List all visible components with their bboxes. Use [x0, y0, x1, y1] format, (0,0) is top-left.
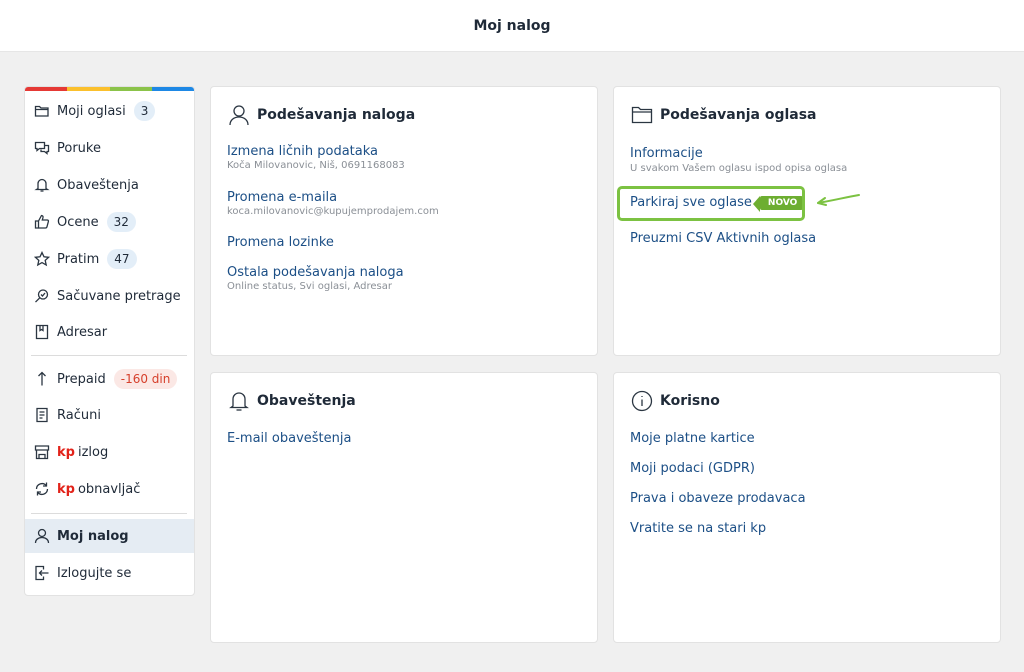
stripe-blue	[151, 87, 194, 91]
sidebar-item-label: Obaveštenja	[57, 177, 139, 193]
saved-search-icon	[34, 288, 50, 304]
top-bar: Moj nalog	[0, 0, 1024, 52]
address-book-icon	[34, 324, 50, 340]
other-settings-summary: Online status, Svi oglasi, Adresar	[227, 281, 392, 292]
sidebar-item-moj-nalog[interactable]: Moj nalog	[25, 519, 194, 553]
arrow-up-icon	[34, 371, 50, 387]
sidebar-item-label: Adresar	[57, 324, 108, 340]
sidebar-item-label: Moj nalog	[57, 528, 129, 544]
sidebar-item-moji-oglasi[interactable]: Moji oglasi 3	[25, 94, 194, 128]
sidebar-item-poruke[interactable]: Poruke	[25, 131, 194, 165]
bell-icon	[227, 389, 251, 413]
card-title-text: Podešavanja oglasa	[660, 107, 817, 123]
stripe-red	[25, 87, 68, 91]
chat-icon	[34, 140, 50, 156]
gdpr-data-link[interactable]: Moji podaci (GDPR)	[630, 461, 755, 476]
seller-rights-link[interactable]: Prava i obaveze prodavaca	[630, 491, 806, 506]
sidebar: Moji oglasi 3 Poruke Obaveštenja Ocene 3…	[24, 86, 195, 596]
sidebar-item-prepaid[interactable]: Prepaid -160 din	[25, 362, 194, 396]
payment-cards-link[interactable]: Moje platne kartice	[630, 431, 755, 446]
personal-data-summary: Koča Milovanovic, Niš, 0691168083	[227, 160, 405, 171]
page-title: Moj nalog	[473, 17, 551, 34]
brand-color-stripe	[25, 87, 194, 91]
download-csv-link[interactable]: Preuzmi CSV Aktivnih oglasa	[630, 231, 816, 246]
receipt-icon	[34, 407, 50, 423]
card-title: Podešavanja naloga	[227, 103, 415, 127]
info-icon	[630, 389, 654, 413]
sidebar-divider	[31, 355, 187, 356]
user-icon	[227, 103, 251, 127]
sidebar-item-kp-izlog[interactable]: kp izlog	[25, 435, 194, 469]
change-email-link[interactable]: Promena e-maila	[227, 190, 337, 205]
sidebar-item-label: Računi	[57, 407, 101, 423]
kp-logo: kp	[57, 481, 75, 497]
thumbs-up-icon	[34, 214, 50, 230]
sidebar-item-racuni[interactable]: Računi	[25, 398, 194, 432]
sidebar-item-label: Pratim	[57, 251, 100, 267]
stripe-yellow	[67, 87, 110, 91]
sidebar-item-sacuvane-pretrage[interactable]: Sačuvane pretrage	[25, 279, 194, 313]
sidebar-item-obavestenja[interactable]: Obaveštenja	[25, 168, 194, 202]
card-title-text: Obaveštenja	[257, 393, 356, 409]
email-notifications-link[interactable]: E-mail obaveštenja	[227, 431, 351, 446]
ad-info-description: U svakom Vašem oglasu ispod opisa oglasa	[630, 163, 848, 174]
notifications-card: Obaveštenja E-mail obaveštenja	[210, 372, 598, 643]
sidebar-item-pratim[interactable]: Pratim 47	[25, 242, 194, 276]
ad-settings-card: Podešavanja oglasa Informacije U svakom …	[613, 86, 1001, 356]
folder-icon	[34, 103, 50, 119]
pointer-arrow-icon	[817, 194, 860, 206]
logout-icon	[34, 565, 50, 581]
card-title: Obaveštenja	[227, 389, 356, 413]
sidebar-item-label: Ocene	[57, 214, 99, 230]
sidebar-item-label: obnavljač	[77, 481, 141, 497]
card-title-text: Podešavanja naloga	[257, 107, 416, 123]
sidebar-item-label: Izlogujte se	[57, 565, 132, 581]
sidebar-item-label: Prepaid	[57, 371, 106, 387]
sidebar-item-izlogujte-se[interactable]: Izlogujte se	[25, 556, 194, 590]
count-badge: 47	[107, 249, 137, 269]
star-icon	[34, 251, 50, 267]
new-feature-highlight	[617, 186, 805, 221]
sidebar-item-label: Poruke	[57, 140, 101, 156]
stripe-green	[109, 87, 152, 91]
card-title: Podešavanja oglasa	[630, 103, 817, 127]
account-settings-card: Podešavanja naloga Izmena ličnih podatak…	[210, 86, 598, 356]
useful-links-card: Korisno Moje platne kartice Moji podaci …	[613, 372, 1001, 643]
change-password-link[interactable]: Promena lozinke	[227, 235, 334, 250]
folder-icon	[630, 103, 654, 127]
sidebar-item-label: Moji oglasi	[57, 103, 126, 119]
sidebar-item-adresar[interactable]: Adresar	[25, 315, 194, 349]
edit-personal-data-link[interactable]: Izmena ličnih podataka	[227, 144, 378, 159]
other-account-settings-link[interactable]: Ostala podešavanja naloga	[227, 265, 404, 280]
user-icon	[34, 528, 50, 544]
current-email: koca.milovanovic@kupujemprodajem.com	[227, 206, 439, 217]
old-kp-link[interactable]: Vratite se na stari kp	[630, 521, 766, 536]
sidebar-item-label: izlog	[77, 444, 109, 460]
bell-icon	[34, 177, 50, 193]
kp-logo: kp	[57, 444, 75, 460]
storefront-icon	[34, 444, 50, 460]
count-badge: 32	[106, 212, 136, 232]
card-title-text: Korisno	[660, 393, 720, 409]
balance-badge: -160 din	[113, 369, 178, 389]
refresh-icon	[34, 481, 50, 497]
count-badge: 3	[133, 101, 156, 121]
sidebar-item-label: Sačuvane pretrage	[57, 288, 181, 304]
card-title: Korisno	[630, 389, 720, 413]
sidebar-item-ocene[interactable]: Ocene 32	[25, 205, 194, 239]
ad-info-link[interactable]: Informacije	[630, 146, 703, 161]
sidebar-divider	[31, 513, 187, 514]
sidebar-item-kp-obnavljac[interactable]: kp obnavljač	[25, 472, 194, 506]
